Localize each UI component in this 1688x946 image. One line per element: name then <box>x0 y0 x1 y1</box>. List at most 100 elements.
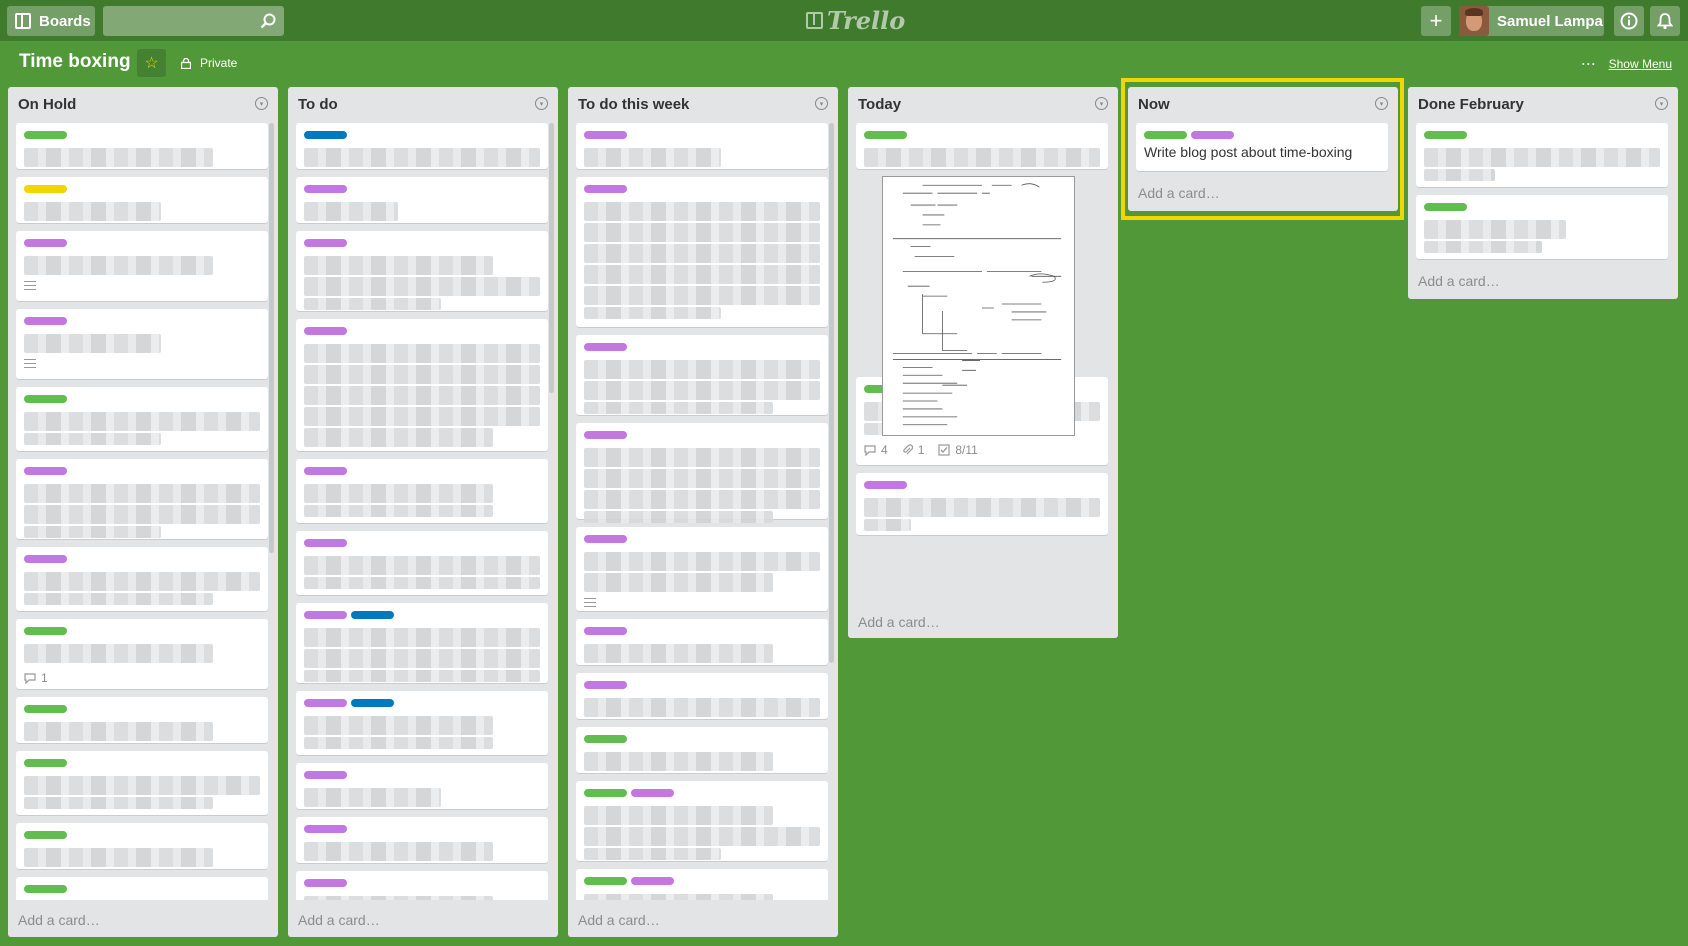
add-card-link[interactable]: Add a card… <box>858 614 940 630</box>
info-button[interactable] <box>1614 6 1644 36</box>
boards-button[interactable]: Boards <box>7 6 95 36</box>
show-menu-link[interactable]: ··· Show Menu <box>1582 57 1672 71</box>
list-item[interactable] <box>16 123 268 169</box>
list-item[interactable] <box>16 547 268 611</box>
add-card-link[interactable]: Add a card… <box>1418 273 1500 289</box>
visibility-button[interactable]: Private <box>181 56 237 70</box>
list-item[interactable] <box>576 727 828 773</box>
list-to-do: To do ▾ Add a card… <box>288 87 558 937</box>
list-menu-icon[interactable]: ▾ <box>815 97 828 110</box>
list-scrollbar[interactable] <box>549 123 554 393</box>
star-button[interactable]: ☆ <box>137 49 166 77</box>
list-title[interactable]: On Hold <box>18 96 76 113</box>
user-menu-button[interactable]: Samuel Lampa <box>1459 6 1604 36</box>
list-item[interactable] <box>1416 195 1668 259</box>
comment-badge: 1 <box>24 671 48 685</box>
comment-badge: 4 <box>864 443 888 457</box>
list-item[interactable] <box>296 531 548 595</box>
list-item[interactable] <box>296 319 548 451</box>
list-title[interactable]: Done February <box>1418 96 1524 113</box>
list-item[interactable] <box>296 459 548 523</box>
list-menu-icon[interactable]: ▾ <box>1095 97 1108 110</box>
add-card-link[interactable]: Add a card… <box>298 912 380 928</box>
top-header: Boards Trello + Samuel Lampa <box>0 0 1688 41</box>
add-card-link[interactable]: Add a card… <box>18 912 100 928</box>
list-title[interactable]: Today <box>858 96 901 113</box>
list-title[interactable]: To do <box>298 96 338 113</box>
user-name: Samuel Lampa <box>1497 12 1603 30</box>
description-icon <box>584 598 596 607</box>
bell-icon <box>1657 13 1673 30</box>
card-cover-image[interactable] <box>882 176 1075 436</box>
list-on-hold: On Hold ▾ 1 Add a card… <box>8 87 278 937</box>
show-menu-label: Show Menu <box>1608 57 1672 71</box>
attachment-count: 1 <box>917 443 925 457</box>
star-icon: ☆ <box>144 55 159 72</box>
card-list <box>1416 123 1668 263</box>
list-item[interactable] <box>576 619 828 665</box>
notifications-button[interactable] <box>1650 6 1680 36</box>
search-input[interactable] <box>103 6 284 36</box>
boards-label: Boards <box>39 12 91 30</box>
info-icon <box>1620 12 1638 30</box>
list-item[interactable] <box>296 603 548 683</box>
list-item[interactable] <box>296 691 548 755</box>
list-item[interactable] <box>576 177 828 327</box>
list-scrollbar[interactable] <box>269 123 274 553</box>
handwritten-notes-sketch <box>892 183 1062 426</box>
description-icon <box>24 281 36 290</box>
checklist-badge: 8/11 <box>938 443 978 457</box>
board-title[interactable]: Time boxing <box>19 51 131 73</box>
list-item[interactable] <box>16 751 268 815</box>
plus-icon: + <box>1429 8 1443 33</box>
visibility-label: Private <box>200 56 238 70</box>
list-item[interactable] <box>296 177 548 223</box>
list-item[interactable] <box>16 231 268 301</box>
description-icon <box>24 359 36 368</box>
add-button[interactable]: + <box>1421 6 1451 36</box>
trello-logo-icon <box>806 11 823 29</box>
list-done-february: Done February ▾ Add a card… <box>1408 87 1678 299</box>
list-title[interactable]: To do this week <box>578 96 689 113</box>
list-item[interactable] <box>576 527 828 611</box>
add-card-link[interactable]: Add a card… <box>578 912 660 928</box>
list-item[interactable] <box>576 335 828 415</box>
list-item[interactable] <box>16 877 268 900</box>
list-menu-icon[interactable]: ▾ <box>1655 97 1668 110</box>
attachment-badge: 1 <box>902 443 925 457</box>
list-item[interactable] <box>576 123 828 169</box>
list-to-do-this-week: To do this week ▾ Add a card… <box>568 87 838 937</box>
comment-count: 1 <box>41 671 48 685</box>
list-item[interactable] <box>856 473 1108 535</box>
highlight-frame <box>1121 78 1404 220</box>
trello-logo[interactable]: Trello <box>806 6 905 35</box>
list-item[interactable] <box>16 177 268 223</box>
comment-icon <box>864 444 876 456</box>
list-item[interactable] <box>576 423 828 523</box>
list-item[interactable] <box>1416 123 1668 187</box>
list-item[interactable] <box>16 697 268 743</box>
list-item[interactable] <box>16 387 268 451</box>
list-menu-icon[interactable]: ▾ <box>535 97 548 110</box>
comment-icon <box>24 672 36 684</box>
list-item[interactable] <box>16 823 268 869</box>
list-menu-icon[interactable]: ▾ <box>255 97 268 110</box>
boards-icon <box>15 13 31 29</box>
list-item[interactable] <box>576 869 828 900</box>
list-item[interactable] <box>16 309 268 379</box>
list-item[interactable] <box>296 123 548 169</box>
list-item[interactable] <box>296 763 548 809</box>
list-item[interactable] <box>576 781 828 861</box>
list-scrollbar[interactable] <box>829 123 834 663</box>
checklist-icon <box>938 444 950 456</box>
list-item[interactable] <box>296 871 548 900</box>
list-item[interactable] <box>296 231 548 311</box>
list-item[interactable] <box>856 123 1108 169</box>
card-list: 1 <box>16 123 268 900</box>
list-item[interactable]: 1 <box>16 619 268 689</box>
list-item[interactable] <box>576 673 828 719</box>
menu-dots-icon: ··· <box>1581 57 1597 71</box>
card-list <box>576 123 828 900</box>
list-item[interactable] <box>16 459 268 539</box>
list-item[interactable] <box>296 817 548 863</box>
